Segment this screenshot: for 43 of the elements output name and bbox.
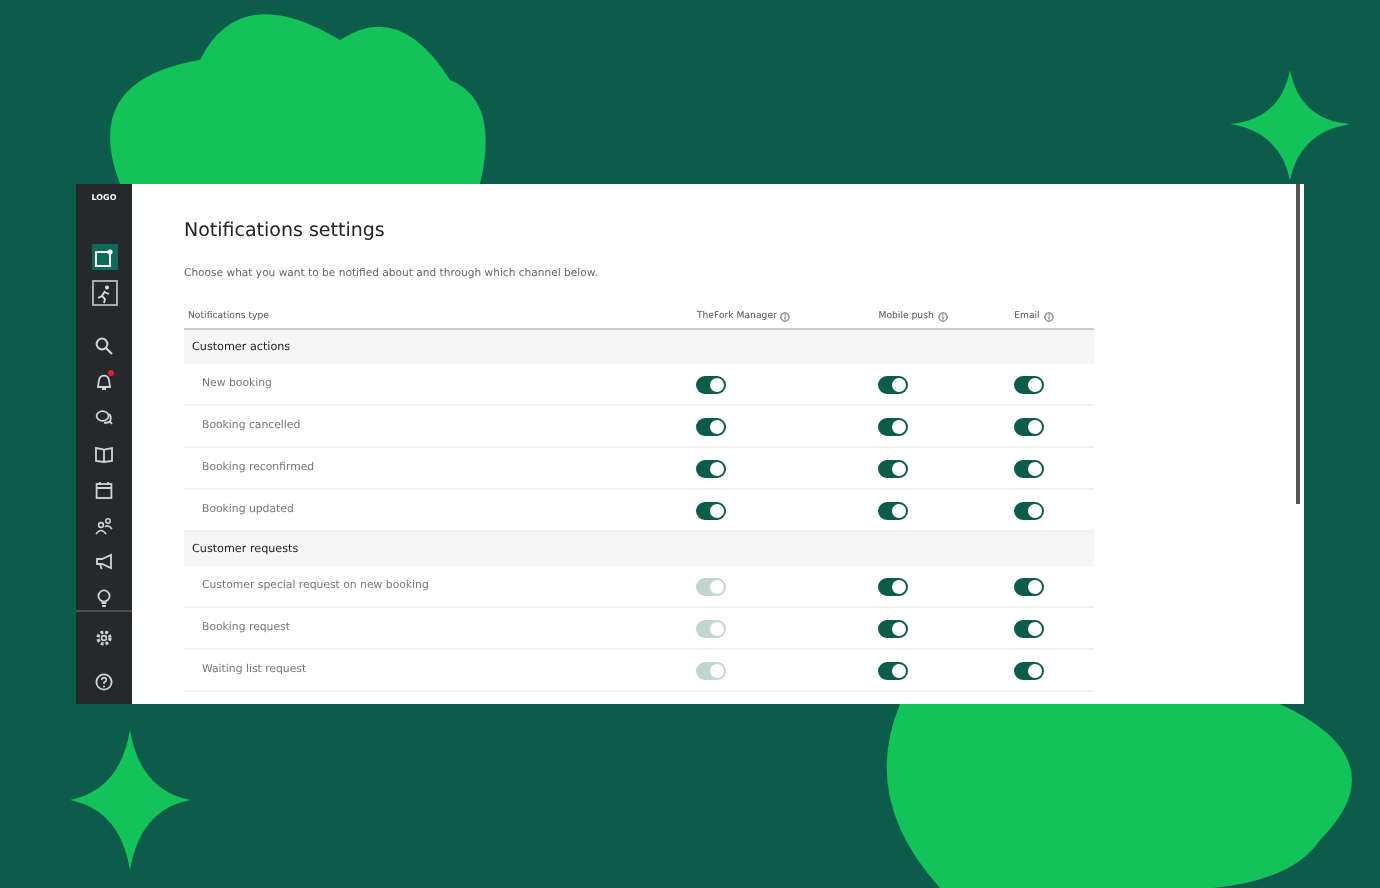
help-icon <box>94 671 114 691</box>
toggle-switch[interactable] <box>878 375 909 393</box>
sidebar-item[interactable] <box>91 332 117 358</box>
book-icon <box>94 443 114 463</box>
toggle-switch[interactable] <box>696 459 727 477</box>
sidebar-item[interactable] <box>91 244 117 270</box>
bell-icon <box>94 371 114 391</box>
toggle-switch[interactable] <box>1014 417 1045 435</box>
sidebar-item[interactable] <box>91 476 117 502</box>
people-icon <box>94 515 114 535</box>
toggle-switch[interactable] <box>878 577 909 595</box>
toggle-switch[interactable] <box>878 459 909 477</box>
sparkle-shape <box>1230 70 1350 180</box>
page-title: Notifications settings <box>184 220 387 242</box>
running-person-icon <box>94 283 114 303</box>
megaphone-icon <box>94 551 114 571</box>
toggle-switch[interactable] <box>878 501 909 519</box>
sidebar-item[interactable] <box>91 368 117 394</box>
lightbulb-icon <box>94 587 114 607</box>
toggle-switch[interactable] <box>1014 661 1045 679</box>
toggle-switch[interactable] <box>878 619 909 637</box>
sparkle-shape <box>70 730 190 870</box>
toggle-switch[interactable] <box>1014 619 1045 637</box>
sidebar-item[interactable] <box>91 512 117 538</box>
chat-bubbles-icon <box>94 407 114 427</box>
calendar-icon <box>94 479 114 499</box>
toggle-switch[interactable] <box>696 501 727 519</box>
sidebar-item[interactable] <box>91 404 117 430</box>
settings-icon <box>94 627 114 647</box>
dashboard-icon <box>94 247 114 267</box>
sidebar-item[interactable] <box>91 280 117 306</box>
toggle-switch[interactable] <box>878 417 909 435</box>
scrollbar[interactable] <box>1296 184 1300 504</box>
toggle-switch[interactable] <box>696 375 727 393</box>
toggle-switch[interactable] <box>696 417 727 435</box>
toggle-switch[interactable] <box>878 661 909 679</box>
toggle-switch[interactable] <box>1014 501 1045 519</box>
toggle-switch[interactable] <box>1014 375 1045 393</box>
search-icon <box>94 335 114 355</box>
sidebar-item[interactable] <box>91 548 117 574</box>
toggle-switch[interactable] <box>1014 459 1045 477</box>
sidebar-item[interactable] <box>91 668 117 694</box>
toggle-switch[interactable] <box>1014 577 1045 595</box>
